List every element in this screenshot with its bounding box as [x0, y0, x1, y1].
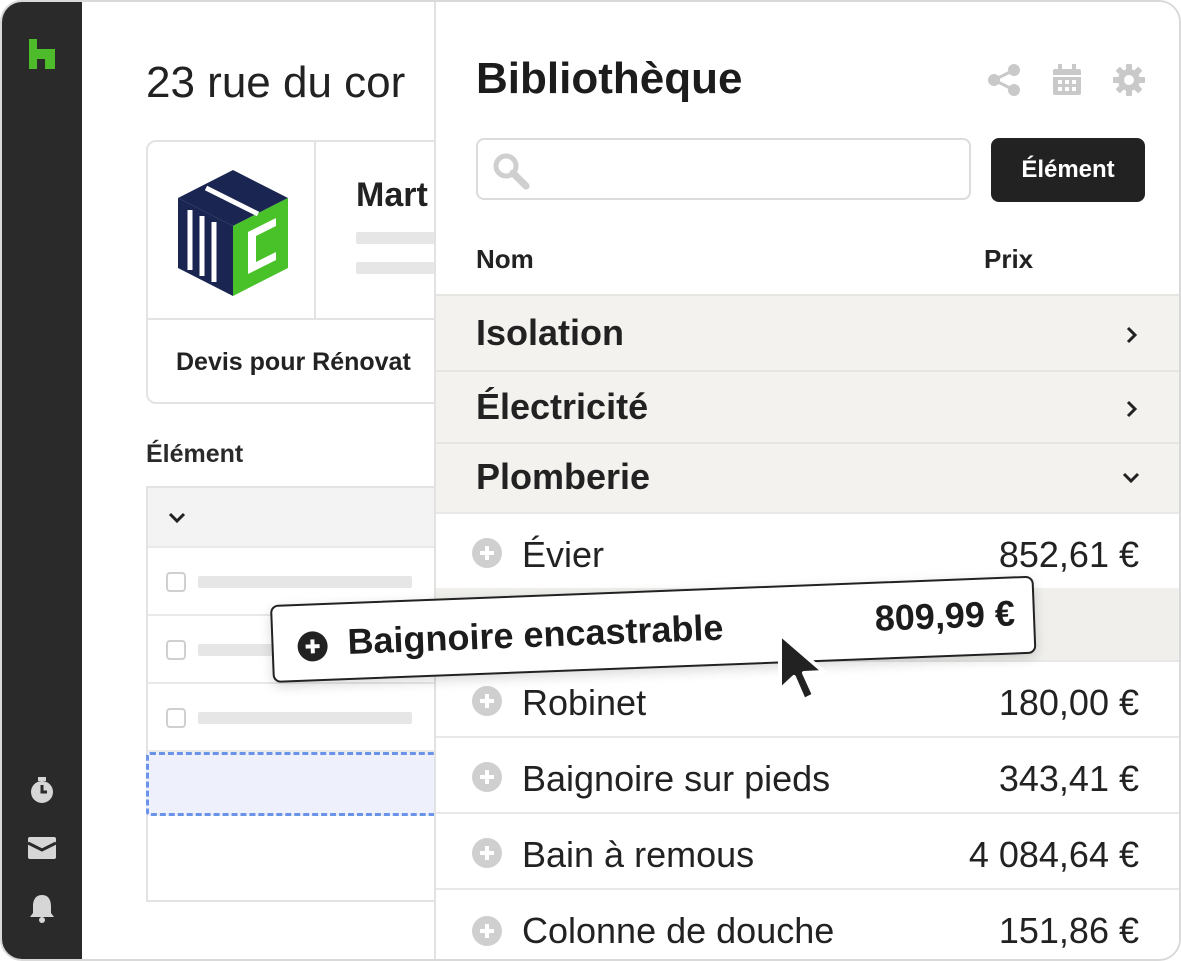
item-price: 151,86 €	[998, 910, 1139, 951]
library-item[interactable]: Baignoire sur pieds 343,41 €	[436, 736, 1179, 812]
quote-items-table	[146, 486, 442, 902]
add-circle-icon[interactable]	[472, 762, 502, 792]
quote-subject: Devis pour Rénovat	[176, 348, 411, 376]
skeleton-line	[356, 262, 442, 274]
company-name: Mart	[356, 176, 428, 214]
item-name: Colonne de douche	[522, 910, 835, 951]
chevron-right-icon	[1126, 326, 1138, 344]
category-row-electricite[interactable]: Électricité	[436, 370, 1179, 442]
item-price: 852,61 €	[998, 534, 1139, 575]
category-label: Plomberie	[476, 456, 651, 497]
library-panel: Bibliothèque Élément Nom Prix Isolation …	[434, 2, 1179, 959]
column-header-name[interactable]: Nom	[476, 244, 534, 275]
category-row-isolation[interactable]: Isolation	[436, 294, 1179, 370]
search-icon	[493, 153, 530, 190]
houzz-logo-icon[interactable]	[26, 38, 58, 70]
row-checkbox[interactable]	[166, 640, 186, 660]
dragged-item-name: Baignoire encastrable	[346, 606, 725, 663]
item-price: 343,41 €	[998, 758, 1139, 799]
stopwatch-icon[interactable]	[26, 774, 58, 806]
document-title: 23 rue du cor	[146, 58, 406, 107]
library-search-field[interactable]	[476, 138, 971, 200]
category-label: Isolation	[476, 312, 625, 353]
chevron-down-icon[interactable]	[166, 506, 188, 528]
item-name: Évier	[522, 534, 605, 575]
item-price: 180,00 €	[998, 682, 1139, 723]
item-name: Baignoire sur pieds	[522, 758, 831, 799]
item-name: Robinet	[522, 682, 647, 723]
category-label: Électricité	[476, 386, 649, 427]
library-item[interactable]: Évier 852,61 €	[436, 512, 1179, 588]
inbox-icon[interactable]	[26, 832, 58, 864]
add-circle-icon[interactable]	[472, 686, 502, 716]
company-logo-cell	[148, 142, 316, 320]
library-item[interactable]: Bain à remous 4 084,64 €	[436, 812, 1179, 888]
chevron-down-icon	[1122, 472, 1140, 484]
category-row-plomberie[interactable]: Plomberie	[436, 442, 1179, 512]
add-element-button[interactable]: Élément	[991, 138, 1145, 202]
items-section-label: Élément	[146, 440, 244, 468]
app-window: 23 rue du cor Mart Devis pour Rénovat Él…	[0, 0, 1181, 961]
item-name: Bain à remous	[522, 834, 755, 875]
item-price: 4 084,64 €	[968, 834, 1139, 875]
chevron-right-icon	[1126, 400, 1138, 418]
row-checkbox[interactable]	[166, 708, 186, 728]
skeleton-line	[198, 712, 412, 724]
add-circle-icon[interactable]	[472, 838, 502, 868]
company-info-cell: Mart	[316, 142, 442, 320]
skeleton-line	[198, 576, 412, 588]
column-header-price[interactable]: Prix	[984, 244, 1033, 275]
skeleton-line	[356, 232, 442, 244]
sidebar	[2, 2, 82, 959]
quote-document: 23 rue du cor Mart Devis pour Rénovat Él…	[82, 2, 442, 959]
table-row[interactable]	[148, 684, 442, 752]
gear-icon[interactable]	[1111, 62, 1147, 98]
calendar-icon[interactable]	[1049, 62, 1085, 98]
mouse-pointer-icon	[778, 632, 826, 702]
table-header-row	[148, 488, 442, 548]
add-circle-icon	[297, 630, 329, 662]
add-circle-icon[interactable]	[472, 916, 502, 946]
library-title: Bibliothèque	[476, 54, 743, 103]
library-item[interactable]: Colonne de douche 151,86 €	[436, 888, 1179, 959]
company-card: Mart Devis pour Rénovat	[146, 140, 442, 404]
share-icon[interactable]	[986, 62, 1022, 98]
dragged-item-price: 809,99 €	[874, 592, 1016, 639]
company-logo	[178, 170, 288, 296]
bell-icon[interactable]	[26, 892, 58, 924]
drop-zone[interactable]	[146, 752, 442, 816]
row-checkbox[interactable]	[166, 572, 186, 592]
search-input[interactable]	[534, 148, 954, 190]
add-circle-icon[interactable]	[472, 538, 502, 568]
